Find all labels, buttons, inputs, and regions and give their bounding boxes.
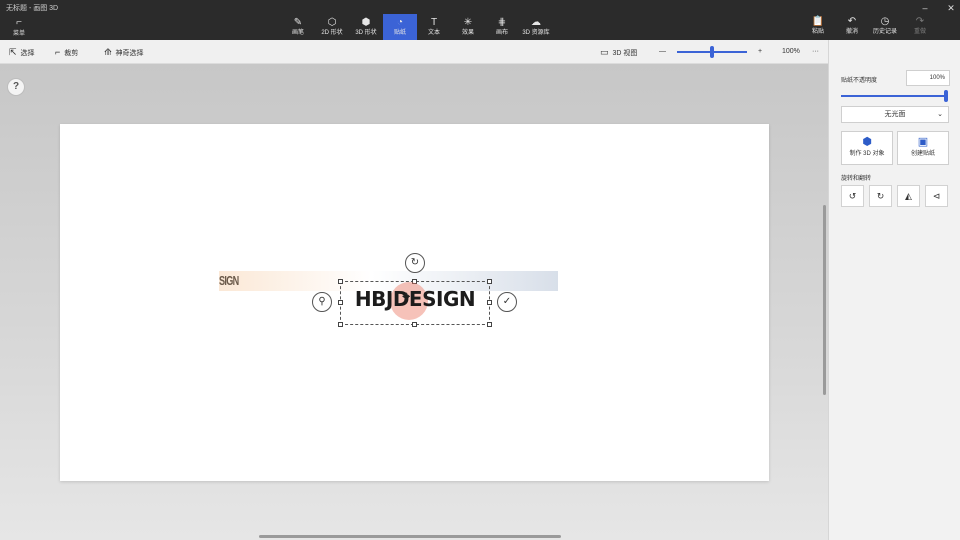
3d-library-icon: ☁ [531,17,541,28]
undo-icon: ↶ [847,16,857,27]
tool-canvas[interactable]: ⋕ 画布 [485,14,519,40]
tool-label: 画布 [495,30,508,36]
crop-icon: ⌐ [55,47,61,57]
redo-label: 重做 [913,29,926,35]
select-arrow-icon: ⇱ [9,47,17,57]
zoom-value: 100% [782,48,800,55]
rotate-right-button[interactable]: ↻ [869,185,892,207]
text-icon: T [430,17,438,28]
3d-shapes-icon: ⬢ [361,17,371,28]
crop-button[interactable]: ⌐ 裁剪 [55,46,78,60]
magic-select-button[interactable]: ⟰ 神奇选择 [104,46,144,60]
opacity-label: 贴纸不透明度 [841,78,878,84]
stamp-icon[interactable]: ⚲ [312,292,332,312]
make-sticker-button[interactable]: ▣ 创建贴纸 [897,131,949,165]
confirm-check-icon[interactable]: ✓ [497,292,517,312]
select-button[interactable]: ⇱ 选择 [9,46,35,60]
opacity-slider-track[interactable] [841,95,945,97]
brush-icon: ✎ [293,17,303,28]
tool-label: 文本 [427,30,440,36]
3d-view-toggle[interactable]: ▭ 3D 视图 [600,46,637,60]
minimize-button[interactable]: – [918,2,932,14]
window-title: 无标题 - 画图 3D [6,5,59,12]
tool-text[interactable]: T 文本 [417,14,451,40]
opacity-input[interactable]: 100% [906,70,950,86]
effects-icon: ✳ [463,17,473,28]
3d-view-label: 3D 视图 [612,50,638,57]
2d-shapes-icon: ⬡ [327,17,337,28]
move-cursor-icon: ✥ [402,292,411,303]
zoom-out-button[interactable]: — [659,46,666,58]
more-options-button[interactable]: ··· [812,46,819,58]
sticker-image-icon: ▣ [917,136,929,148]
menu-label: 菜单 [12,31,25,37]
paste-icon: 📋 [811,16,825,27]
select-label: 选择 [20,50,35,57]
rotate-right-icon: ↻ [876,191,885,201]
tool-brushes[interactable]: ✎ 画笔 [281,14,315,40]
rotate-left-button[interactable]: ↺ [841,185,864,207]
sticker-text[interactable]: HBJDESIGN [340,284,490,314]
ribbon-bar: 无标题 - 画图 3D – ✕ ⌐ 菜单 ✎ 画笔 ⬡ 2D 形状 ⬢ 3D 形… [0,0,960,40]
redo-icon: ↷ [915,16,925,27]
magic-select-label: 神奇选择 [115,50,144,57]
tool-3d-shapes[interactable]: ⬢ 3D 形状 [349,14,383,40]
crop-label: 裁剪 [64,50,79,57]
rotate-flip-label: 旋转和翻转 [841,176,872,182]
chevron-down-icon: ⌄ [937,111,943,118]
3d-cube-icon: ⬢ [862,136,872,148]
tool-label: 3D 资源库 [522,30,550,36]
flip-vertical-button[interactable]: ◭ [897,185,920,207]
make-3d-button[interactable]: ⬢ 制作 3D 对象 [841,131,893,165]
banner-text: SIGN [219,273,239,288]
tool-effects[interactable]: ✳ 效果 [451,14,485,40]
paste-label: 粘贴 [811,29,824,35]
tool-label: 3D 形状 [355,30,377,36]
undo-label: 撤消 [845,29,858,35]
tool-3d-library[interactable]: ☁ 3D 资源库 [519,14,553,40]
zoom-in-button[interactable]: + [758,46,762,58]
opacity-slider-thumb[interactable] [944,90,948,102]
close-button[interactable]: ✕ [944,2,958,14]
flip-horizontal-icon: ⊲ [932,191,941,201]
vertical-scrollbar[interactable] [823,205,826,395]
tool-label: 2D 形状 [321,30,343,36]
menu-icon: ⌐ [16,17,22,28]
flip-vertical-icon: ◭ [905,191,912,201]
flip-horizontal-button[interactable]: ⊲ [925,185,948,207]
make-3d-label: 制作 3D 对象 [849,151,885,157]
stickers-icon: ◔ [396,17,404,28]
zoom-slider-thumb[interactable] [710,46,714,58]
canvas-icon: ⋕ [497,17,507,28]
help-button[interactable]: ? [7,78,25,96]
resize-handle[interactable] [412,322,417,327]
material-select[interactable]: 无光面 ⌄ [841,106,949,123]
3d-view-icon: ▭ [600,47,609,57]
tool-label: 贴纸 [393,30,406,36]
history-button[interactable]: ◷ 历史记录 [870,16,900,36]
tool-stickers[interactable]: ◔ 贴纸 [383,14,417,40]
resize-handle[interactable] [338,322,343,327]
rotate-left-icon: ↺ [848,191,857,201]
tool-label: 效果 [461,30,474,36]
magic-select-icon: ⟰ [104,47,112,57]
resize-handle[interactable] [487,322,492,327]
secondary-toolbar: ⇱ 选择 ⌐ 裁剪 ⟰ 神奇选择 ▭ 3D 视图 — + 100% ··· [0,40,828,64]
make-sticker-label: 创建贴纸 [910,151,935,157]
history-icon: ◷ [880,16,890,27]
horizontal-scrollbar[interactable] [259,535,561,538]
redo-button[interactable]: ↷ 重做 [905,16,935,36]
menu-button[interactable]: ⌐ 菜单 [8,17,30,38]
paste-button[interactable]: 📋 粘贴 [803,16,833,36]
history-label: 历史记录 [872,29,897,35]
rotate-handle-icon[interactable]: ↻ [405,253,425,273]
tool-2d-shapes[interactable]: ⬡ 2D 形状 [315,14,349,40]
material-value: 无光面 [884,111,906,118]
tool-label: 画笔 [291,30,304,36]
undo-button[interactable]: ↶ 撤消 [837,16,867,36]
